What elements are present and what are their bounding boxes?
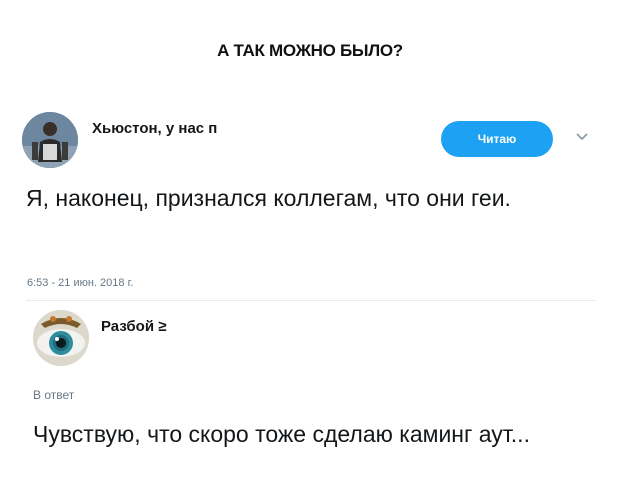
author-name[interactable]: Хьюстон, у нас п [92,120,217,137]
page-title: А ТАК МОЖНО БЫЛО? [217,41,403,60]
eye-icon [33,310,89,366]
tweet-text: Я, наконец, признался коллегам, что они … [26,185,511,211]
tweet-timestamp[interactable]: 6:53 - 21 июн. 2018 г. [27,277,133,289]
avatar[interactable] [33,310,89,366]
author-name[interactable]: Разбой ≥ [101,318,166,335]
chevron-down-icon[interactable] [574,130,590,142]
reply-label[interactable]: В ответ [33,388,74,402]
user-photo-icon [22,112,78,168]
follow-button[interactable]: Читаю [441,121,553,157]
divider [26,300,596,301]
reply-text: Чувствую, что скоро тоже сделаю каминг а… [33,421,530,447]
avatar[interactable] [22,112,78,168]
